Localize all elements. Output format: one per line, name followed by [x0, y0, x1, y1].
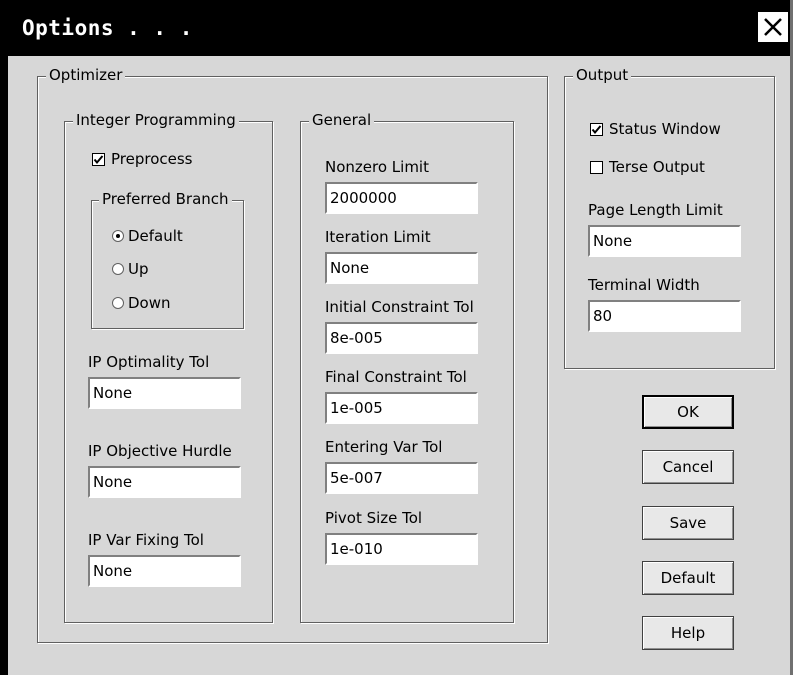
radio-empty-icon[interactable] [112, 263, 124, 275]
page-length-limit-label: Page Length Limit [588, 201, 723, 219]
terminal-width-field[interactable] [588, 300, 741, 332]
initial-constraint-tol-input[interactable] [327, 324, 476, 352]
radio-empty-icon[interactable] [112, 297, 124, 309]
entering-var-tol-field[interactable] [325, 462, 478, 494]
close-icon [764, 18, 782, 36]
ip-var-fixing-tol-field[interactable] [88, 555, 241, 587]
ip-objective-hurdle-input[interactable] [90, 468, 239, 496]
checkmark-icon [93, 154, 104, 164]
iteration-limit-label: Iteration Limit [325, 228, 431, 246]
pivot-size-tol-label: Pivot Size Tol [325, 509, 423, 527]
entering-var-tol-input[interactable] [327, 464, 476, 492]
iteration-limit-input[interactable] [327, 254, 476, 282]
terminal-width-input[interactable] [590, 302, 739, 330]
status-window-label: Status Window [609, 120, 721, 138]
nonzero-limit-field[interactable] [325, 182, 478, 214]
preprocess-label: Preprocess [111, 150, 193, 168]
ok-button[interactable]: OK [642, 395, 734, 429]
branch-up-radio[interactable]: Up [112, 260, 149, 278]
terse-output-label: Terse Output [609, 158, 705, 176]
ip-var-fixing-tol-input[interactable] [90, 557, 239, 585]
nonzero-limit-label: Nonzero Limit [325, 158, 429, 176]
integer-programming-group: Integer Programming Preprocess Preferred… [64, 111, 273, 623]
entering-var-tol-label: Entering Var Tol [325, 438, 443, 456]
window-title: Options . . . [22, 16, 193, 40]
branch-default-label: Default [128, 227, 183, 245]
options-dialog: Options . . . Optimizer Integer Programm… [0, 0, 793, 675]
final-constraint-tol-field[interactable] [325, 392, 478, 424]
integer-programming-legend: Integer Programming [73, 111, 239, 129]
help-button[interactable]: Help [642, 616, 734, 650]
branch-up-label: Up [128, 260, 149, 278]
preferred-branch-legend: Preferred Branch [99, 190, 232, 208]
preprocess-checkbox[interactable]: Preprocess [92, 150, 193, 168]
branch-down-radio[interactable]: Down [112, 294, 171, 312]
checkmark-icon [591, 124, 602, 134]
ip-optimality-tol-input[interactable] [90, 379, 239, 407]
pivot-size-tol-field[interactable] [325, 533, 478, 565]
nonzero-limit-input[interactable] [327, 184, 476, 212]
branch-down-label: Down [128, 294, 171, 312]
page-length-limit-input[interactable] [590, 227, 739, 255]
cancel-button[interactable]: Cancel [642, 450, 734, 484]
ip-optimality-tol-label: IP Optimality Tol [88, 353, 210, 371]
general-legend: General [309, 111, 375, 129]
initial-constraint-tol-field[interactable] [325, 322, 478, 354]
status-window-checkbox[interactable]: Status Window [590, 120, 721, 138]
title-bar: Options . . . [8, 0, 790, 56]
output-legend: Output [573, 66, 632, 84]
pivot-size-tol-input[interactable] [327, 535, 476, 563]
preferred-branch-group: Preferred Branch Default Up Down [91, 190, 244, 329]
save-button[interactable]: Save [642, 506, 734, 540]
final-constraint-tol-label: Final Constraint Tol [325, 368, 467, 386]
initial-constraint-tol-label: Initial Constraint Tol [325, 298, 474, 316]
preprocess-checkbox-box[interactable] [92, 152, 105, 166]
ip-var-fixing-tol-label: IP Var Fixing Tol [88, 531, 204, 549]
final-constraint-tol-input[interactable] [327, 394, 476, 422]
terse-output-checkbox-box[interactable] [590, 160, 603, 174]
iteration-limit-field[interactable] [325, 252, 478, 284]
output-group: Output Status Window Terse Output Page L… [564, 66, 775, 369]
ip-objective-hurdle-field[interactable] [88, 466, 241, 498]
terminal-width-label: Terminal Width [588, 276, 700, 294]
default-button[interactable]: Default [642, 561, 734, 595]
radio-selected-icon[interactable] [112, 230, 124, 242]
ip-optimality-tol-field[interactable] [88, 377, 241, 409]
optimizer-group: Optimizer Integer Programming Preprocess… [37, 66, 548, 643]
branch-default-radio[interactable]: Default [112, 227, 183, 245]
status-window-checkbox-box[interactable] [590, 122, 603, 136]
page-length-limit-field[interactable] [588, 225, 741, 257]
close-button[interactable] [758, 12, 788, 42]
general-group: General Nonzero Limit Iteration Limit In… [300, 111, 514, 623]
optimizer-legend: Optimizer [46, 66, 126, 84]
ip-objective-hurdle-label: IP Objective Hurdle [88, 442, 232, 460]
terse-output-checkbox[interactable]: Terse Output [590, 158, 705, 176]
